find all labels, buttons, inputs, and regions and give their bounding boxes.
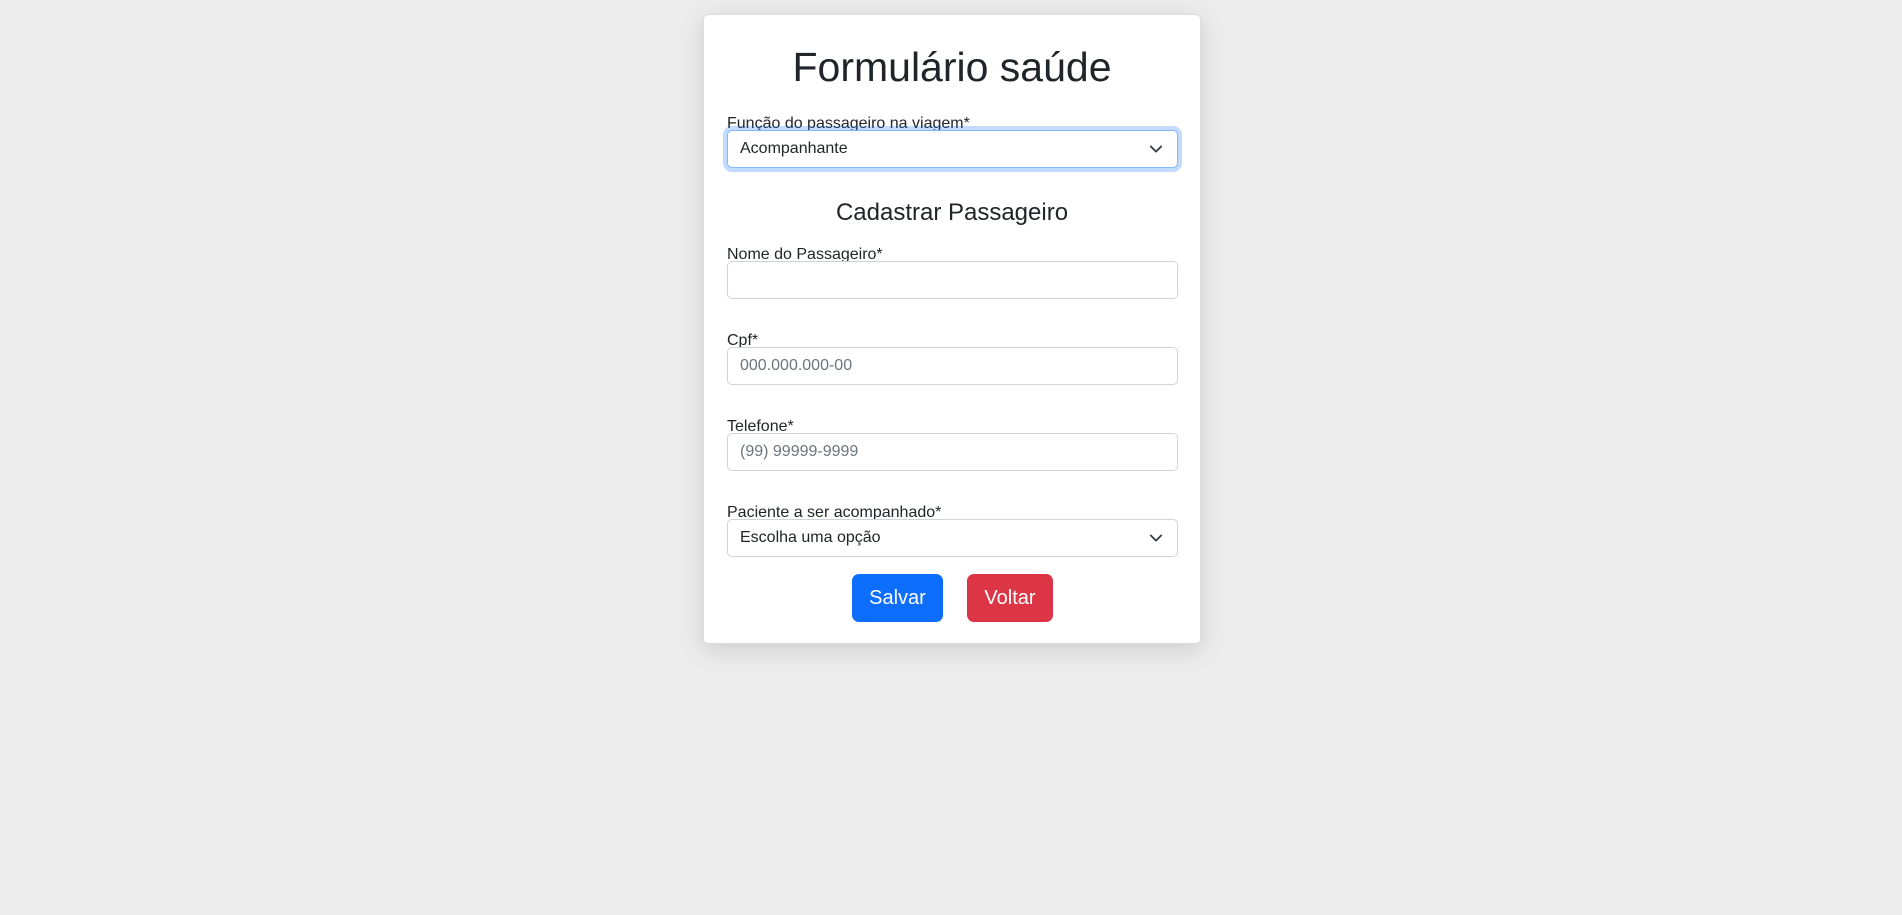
name-input[interactable] <box>727 261 1178 299</box>
role-select-value: Acompanhante <box>740 140 848 157</box>
page-title: Formulário saúde <box>792 44 1112 90</box>
chevron-down-icon <box>1149 534 1163 542</box>
cpf-input[interactable] <box>727 347 1178 385</box>
role-select[interactable]: Acompanhante <box>727 130 1178 168</box>
section-title: Cadastrar Passageiro <box>835 199 1069 226</box>
phone-input[interactable] <box>727 433 1178 471</box>
health-form-card: Formulário saúde Função do passageiro na… <box>703 14 1201 644</box>
save-button[interactable]: Salvar <box>852 574 943 622</box>
patient-select[interactable]: Escolha uma opção <box>727 519 1178 557</box>
patient-select-value: Escolha uma opção <box>740 529 881 546</box>
chevron-down-icon <box>1149 145 1163 153</box>
back-button[interactable]: Voltar <box>967 574 1053 622</box>
